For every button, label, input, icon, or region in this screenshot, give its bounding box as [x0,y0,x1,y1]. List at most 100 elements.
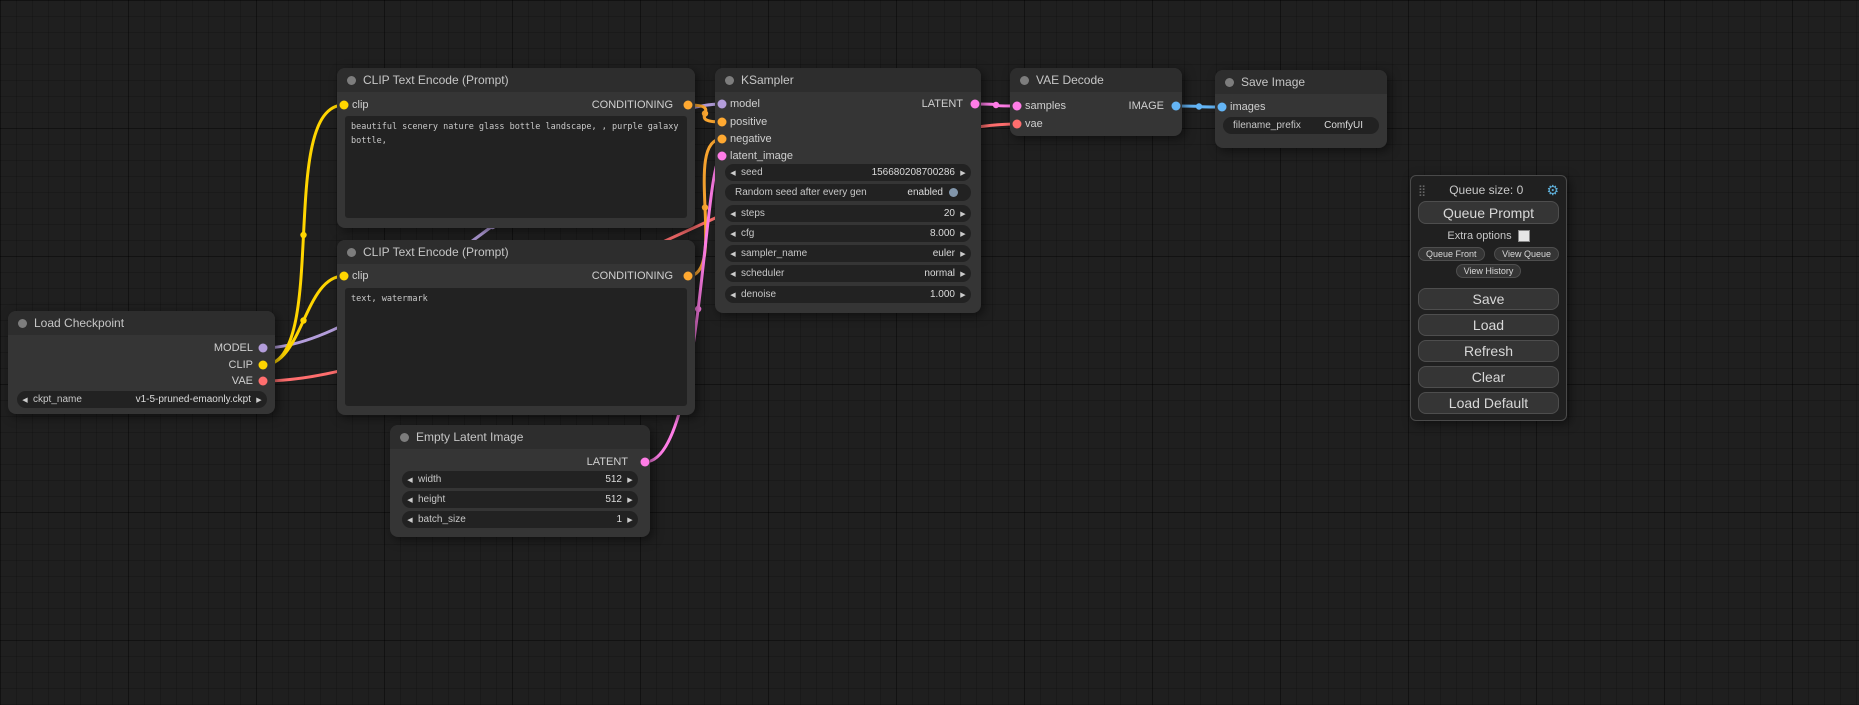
decrement-arrow-icon[interactable]: ◀ [725,291,741,299]
node-save-image[interactable]: Save Image images filename_prefix ComfyU… [1215,70,1387,148]
increment-arrow-icon[interactable]: ▶ [955,230,971,238]
node-clip-text-encode-negative[interactable]: CLIP Text Encode (Prompt) clip CONDITION… [337,240,695,415]
input-port-images[interactable] [1218,103,1227,112]
extra-options-row: Extra options [1418,228,1559,244]
queue-front-button[interactable]: Queue Front [1418,247,1485,261]
node-title: KSampler [741,73,794,87]
increment-arrow-icon[interactable]: ▶ [955,270,971,278]
output-port-latent[interactable] [641,458,650,467]
widget-random-seed-toggle[interactable]: Random seed after every gen enabled [725,184,971,201]
output-port-latent[interactable] [971,100,980,109]
increment-arrow-icon[interactable]: ▶ [955,210,971,218]
increment-arrow-icon[interactable]: ▶ [955,291,971,299]
node-titlebar[interactable]: Empty Latent Image [390,425,650,449]
node-titlebar[interactable]: CLIP Text Encode (Prompt) [337,240,695,264]
decrement-arrow-icon[interactable]: ◀ [725,270,741,278]
load-button[interactable]: Load [1418,314,1559,336]
node-load-checkpoint[interactable]: Load Checkpoint MODEL CLIP VAE ◀ ckpt_na… [8,311,275,414]
prompt-textarea[interactable]: text, watermark [345,288,687,406]
node-titlebar[interactable]: CLIP Text Encode (Prompt) [337,68,695,92]
node-titlebar[interactable]: Load Checkpoint [8,311,275,335]
load-default-button[interactable]: Load Default [1418,392,1559,414]
increment-arrow-icon[interactable]: ▶ [955,169,971,177]
node-clip-text-encode-positive[interactable]: CLIP Text Encode (Prompt) clip CONDITION… [337,68,695,228]
decrement-arrow-icon[interactable]: ◀ [725,250,741,258]
output-port-image[interactable] [1172,102,1181,111]
widget-ckpt-name[interactable]: ◀ ckpt_name v1-5-pruned-emaonly.ckpt ▶ [17,391,267,408]
widget-denoise[interactable]: ◀ denoise 1.000 ▶ [725,286,971,303]
increment-arrow-icon[interactable]: ▶ [622,476,638,484]
widget-filename-prefix[interactable]: filename_prefix ComfyUI [1223,117,1379,134]
node-graph-canvas[interactable]: Load Checkpoint MODEL CLIP VAE ◀ ckpt_na… [0,0,1859,705]
collapse-dot-icon[interactable] [400,433,409,442]
decrement-arrow-icon[interactable]: ◀ [17,396,33,404]
input-port-clip[interactable] [340,101,349,110]
decrement-arrow-icon[interactable]: ◀ [402,476,418,484]
input-label-model: model [730,98,760,110]
collapse-dot-icon[interactable] [1020,76,1029,85]
decrement-arrow-icon[interactable]: ◀ [402,496,418,504]
increment-arrow-icon[interactable]: ▶ [955,250,971,258]
toggle-knob-icon[interactable] [949,188,958,197]
output-port-clip[interactable] [259,361,268,370]
widget-scheduler[interactable]: ◀ scheduler normal ▶ [725,265,971,282]
collapse-dot-icon[interactable] [18,319,27,328]
input-port-positive[interactable] [718,118,727,127]
input-port-vae[interactable] [1013,120,1022,129]
settings-gear-icon[interactable]: ⚙ [1546,183,1559,197]
input-port-model[interactable] [718,100,727,109]
node-vae-decode[interactable]: VAE Decode samples IMAGE vae [1010,68,1182,136]
collapse-dot-icon[interactable] [347,248,356,257]
drag-handle-icon[interactable]: ⣿ [1418,184,1426,197]
save-button[interactable]: Save [1418,288,1559,310]
widget-batch-size[interactable]: ◀ batch_size 1 ▶ [402,511,638,528]
extra-options-label: Extra options [1447,230,1511,242]
widget-value: 20 [944,208,955,219]
clear-button[interactable]: Clear [1418,366,1559,388]
decrement-arrow-icon[interactable]: ◀ [725,230,741,238]
input-label-samples: samples [1025,100,1066,112]
widget-sampler-name[interactable]: ◀ sampler_name euler ▶ [725,245,971,262]
widget-height[interactable]: ◀ height 512 ▶ [402,491,638,508]
node-titlebar[interactable]: Save Image [1215,70,1387,94]
output-port-conditioning[interactable] [684,272,693,281]
view-queue-button[interactable]: View Queue [1494,247,1559,261]
widget-width[interactable]: ◀ width 512 ▶ [402,471,638,488]
widget-value: ComfyUI [1324,120,1363,131]
input-port-clip[interactable] [340,272,349,281]
output-port-vae[interactable] [259,377,268,386]
output-port-model[interactable] [259,344,268,353]
decrement-arrow-icon[interactable]: ◀ [402,516,418,524]
widget-cfg[interactable]: ◀ cfg 8.000 ▶ [725,225,971,242]
widget-name: height [418,494,445,505]
decrement-arrow-icon[interactable]: ◀ [725,169,741,177]
prompt-textarea[interactable]: beautiful scenery nature glass bottle la… [345,116,687,218]
refresh-button[interactable]: Refresh [1418,340,1559,362]
input-port-negative[interactable] [718,135,727,144]
widget-value: 156680208700286 [872,167,955,178]
increment-arrow-icon[interactable]: ▶ [622,496,638,504]
increment-arrow-icon[interactable]: ▶ [622,516,638,524]
node-titlebar[interactable]: VAE Decode [1010,68,1182,92]
widget-name: scheduler [741,268,784,279]
widget-steps[interactable]: ◀ steps 20 ▶ [725,205,971,222]
node-empty-latent-image[interactable]: Empty Latent Image LATENT ◀ width 512 ▶ … [390,425,650,537]
collapse-dot-icon[interactable] [725,76,734,85]
widget-seed[interactable]: ◀ seed 156680208700286 ▶ [725,164,971,181]
increment-arrow-icon[interactable]: ▶ [251,396,267,404]
view-history-button[interactable]: View History [1456,264,1522,278]
extra-options-checkbox[interactable] [1518,230,1530,242]
queue-prompt-button[interactable]: Queue Prompt [1418,201,1559,224]
decrement-arrow-icon[interactable]: ◀ [725,210,741,218]
input-port-samples[interactable] [1013,102,1022,111]
input-port-latent-image[interactable] [718,152,727,161]
node-ksampler[interactable]: KSampler model positive negative latent_… [715,68,981,313]
widget-name: filename_prefix [1233,120,1301,131]
output-port-conditioning[interactable] [684,101,693,110]
collapse-dot-icon[interactable] [347,76,356,85]
queue-panel: ⣿ Queue size: 0 ⚙ Queue Prompt Extra opt… [1410,175,1567,421]
input-label-vae: vae [1025,118,1043,130]
collapse-dot-icon[interactable] [1225,78,1234,87]
node-titlebar[interactable]: KSampler [715,68,981,92]
output-label-clip: CLIP [229,359,253,371]
